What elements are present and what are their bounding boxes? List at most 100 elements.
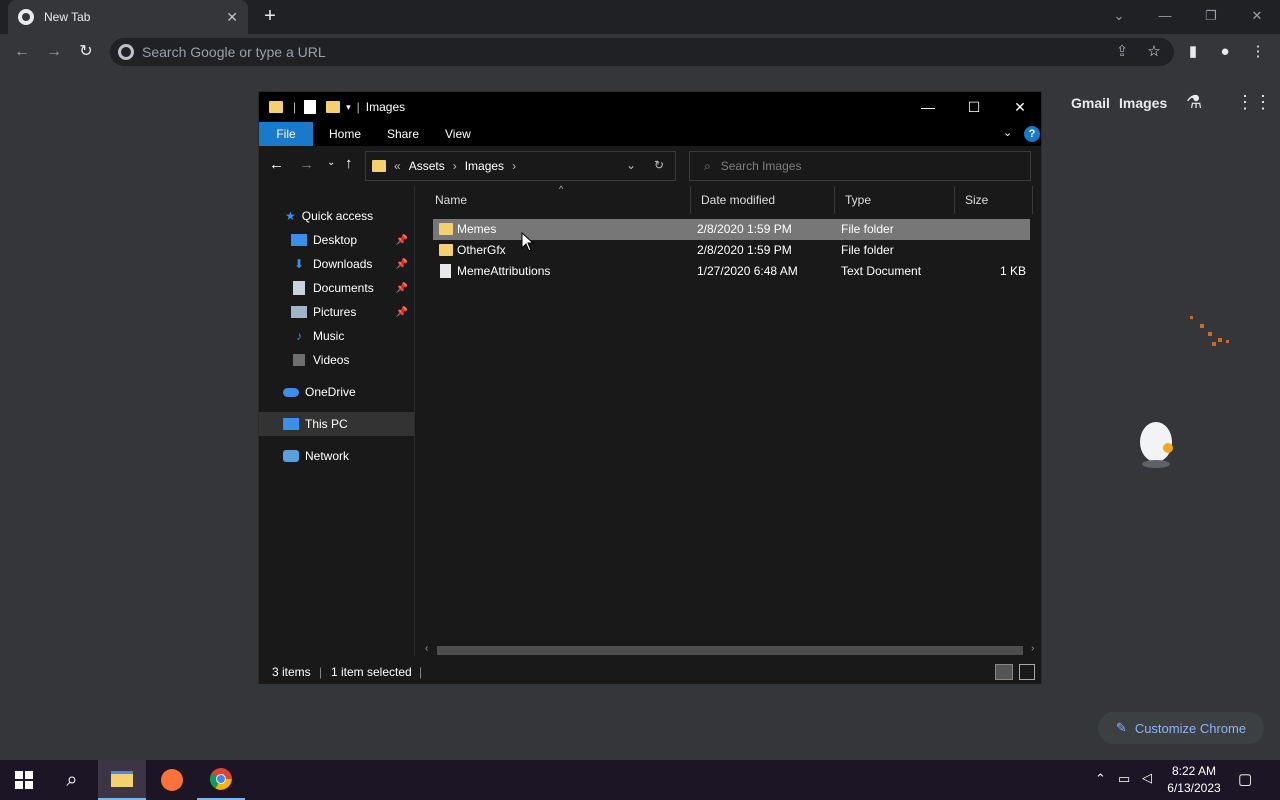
back-icon[interactable]: ←: [10, 40, 34, 64]
breadcrumb-images[interactable]: Images: [465, 159, 504, 173]
breadcrumb-assets[interactable]: Assets: [409, 159, 445, 173]
new-tab-button[interactable]: +: [258, 4, 282, 28]
file-name: OtherGfx: [457, 243, 506, 257]
profile-icon[interactable]: ●: [1213, 40, 1237, 64]
address-dropdown-icon[interactable]: ⌄: [626, 158, 636, 172]
pin-icon[interactable]: 📌: [396, 259, 408, 270]
bookmark-star-icon[interactable]: ☆: [1142, 40, 1166, 64]
new-folder-icon[interactable]: [326, 101, 341, 113]
clock-date: 6/13/2023: [1167, 781, 1221, 795]
nav-downloads[interactable]: ⬇ Downloads 📌: [259, 252, 414, 276]
show-hidden-icons[interactable]: ⌃: [1095, 771, 1106, 787]
tab-file[interactable]: File: [259, 122, 313, 146]
pin-icon[interactable]: 📌: [396, 283, 408, 294]
breadcrumb-overflow[interactable]: «: [394, 159, 401, 173]
browser-tab[interactable]: New Tab ✕: [8, 0, 248, 34]
taskbar-file-explorer[interactable]: [98, 760, 146, 800]
nav-pictures[interactable]: Pictures 📌: [259, 300, 414, 324]
reload-icon[interactable]: ↻: [74, 40, 98, 64]
file-type: File folder: [841, 222, 894, 236]
nav-music[interactable]: ♪ Music: [259, 324, 414, 348]
nav-desktop[interactable]: Desktop 📌: [259, 228, 414, 252]
taskbar-chrome[interactable]: [197, 760, 245, 800]
search-placeholder: Search Images: [720, 159, 802, 173]
system-clock[interactable]: 8:22 AM 6/13/2023: [1160, 763, 1228, 797]
file-row[interactable]: MemeAttributions 1/27/2020 6:48 AM Text …: [433, 261, 1030, 282]
search-input[interactable]: ⌕ Search Images: [689, 151, 1031, 181]
file-explorer-window[interactable]: | ▾ | Images — ☐ ✕ File Home Share View …: [258, 91, 1042, 684]
ribbon-tabs: File Home Share View ⌄ ?: [259, 122, 1041, 146]
omnibox[interactable]: Search Google or type a URL: [110, 38, 1174, 66]
file-date: 1/27/2020 6:48 AM: [697, 264, 798, 278]
gmail-link[interactable]: Gmail: [1071, 95, 1110, 111]
clock-time: 8:22 AM: [1171, 764, 1217, 778]
images-link[interactable]: Images: [1119, 95, 1167, 111]
column-type[interactable]: Type: [835, 186, 955, 214]
pin-icon[interactable]: 📌: [396, 307, 408, 318]
nav-quick-access[interactable]: ★ Quick access: [259, 204, 414, 228]
forward-arrow-icon[interactable]: →: [299, 156, 314, 173]
apps-grid-icon[interactable]: ⋮⋮⋮: [1236, 92, 1280, 113]
forward-icon[interactable]: →: [42, 40, 66, 64]
scroll-left-icon[interactable]: ‹: [425, 643, 428, 654]
window-title: Images: [365, 100, 406, 114]
videos-icon: [293, 354, 305, 366]
close-button[interactable]: ✕: [1234, 4, 1280, 28]
notifications-icon[interactable]: ▢: [1238, 770, 1252, 788]
share-icon[interactable]: ⇪: [1110, 40, 1134, 64]
refresh-icon[interactable]: ↻: [654, 158, 664, 172]
minimize-button[interactable]: —: [1142, 4, 1188, 28]
breadcrumb-chevron-icon[interactable]: ›: [453, 159, 457, 173]
start-button[interactable]: [0, 760, 48, 800]
tab-search-icon[interactable]: ⌄: [1096, 4, 1142, 28]
browser-tab-strip: New Tab ✕ + ⌄ — ❐ ✕: [0, 0, 1280, 34]
nav-documents[interactable]: Documents 📌: [259, 276, 414, 300]
nav-onedrive[interactable]: OneDrive: [259, 380, 414, 404]
horizontal-scrollbar[interactable]: ‹ ›: [425, 643, 1041, 658]
column-date-modified[interactable]: Date modified: [691, 186, 835, 214]
column-name[interactable]: Name: [425, 186, 691, 214]
network-icon: [283, 450, 299, 462]
file-date: 2/8/2020 1:59 PM: [697, 243, 792, 257]
tab-share[interactable]: Share: [387, 122, 419, 146]
explorer-minimize-button[interactable]: —: [905, 92, 951, 122]
close-tab-icon[interactable]: ✕: [226, 9, 238, 26]
properties-icon[interactable]: [304, 100, 317, 114]
details-view-icon[interactable]: [995, 664, 1013, 680]
nav-network[interactable]: Network: [259, 444, 414, 468]
tab-view[interactable]: View: [445, 122, 471, 146]
help-icon[interactable]: ?: [1024, 126, 1040, 142]
column-size[interactable]: Size: [955, 186, 1033, 214]
computer-icon: [283, 418, 299, 430]
network-status-icon[interactable]: ▭: [1118, 771, 1130, 787]
star-icon: ★: [285, 209, 296, 223]
omnibox-placeholder: Search Google or type a URL: [142, 44, 326, 60]
address-bar[interactable]: « Assets › Images › ⌄ ↻: [365, 151, 676, 181]
restore-button[interactable]: ❐: [1188, 4, 1234, 28]
explorer-title-bar[interactable]: | ▾ | Images — ☐ ✕: [259, 92, 1041, 122]
search-icon[interactable]: ⌕: [48, 760, 96, 800]
large-icons-view-icon[interactable]: [1019, 664, 1035, 680]
customize-chrome-button[interactable]: ✎ Customize Chrome: [1098, 712, 1264, 744]
explorer-close-button[interactable]: ✕: [997, 92, 1043, 122]
nav-videos[interactable]: Videos: [259, 348, 414, 372]
volume-muted-icon[interactable]: ◁: [1142, 770, 1152, 786]
nav-this-pc[interactable]: This PC: [259, 412, 414, 436]
up-arrow-icon[interactable]: ↑: [345, 155, 353, 172]
back-arrow-icon[interactable]: ←: [269, 156, 284, 173]
explorer-maximize-button[interactable]: ☐: [951, 92, 997, 122]
scroll-right-icon[interactable]: ›: [1031, 643, 1034, 654]
side-panel-icon[interactable]: ▮: [1181, 40, 1205, 64]
quick-access-dropdown-icon[interactable]: ▾: [346, 102, 351, 113]
taskbar-firefox[interactable]: [148, 760, 196, 800]
labs-icon[interactable]: ⚗: [1186, 92, 1202, 113]
status-bar: 3 items | 1 item selected |: [259, 660, 1041, 684]
menu-icon[interactable]: ⋮: [1246, 40, 1270, 64]
pin-icon[interactable]: 📌: [396, 235, 408, 246]
recent-locations-icon[interactable]: ⌄: [327, 157, 335, 168]
breadcrumb-chevron-icon[interactable]: ›: [512, 159, 516, 173]
nav-label: Documents: [313, 281, 374, 295]
tab-home[interactable]: Home: [329, 122, 361, 146]
expand-ribbon-icon[interactable]: ⌄: [1003, 126, 1012, 139]
scrollbar-thumb[interactable]: [437, 646, 1023, 655]
